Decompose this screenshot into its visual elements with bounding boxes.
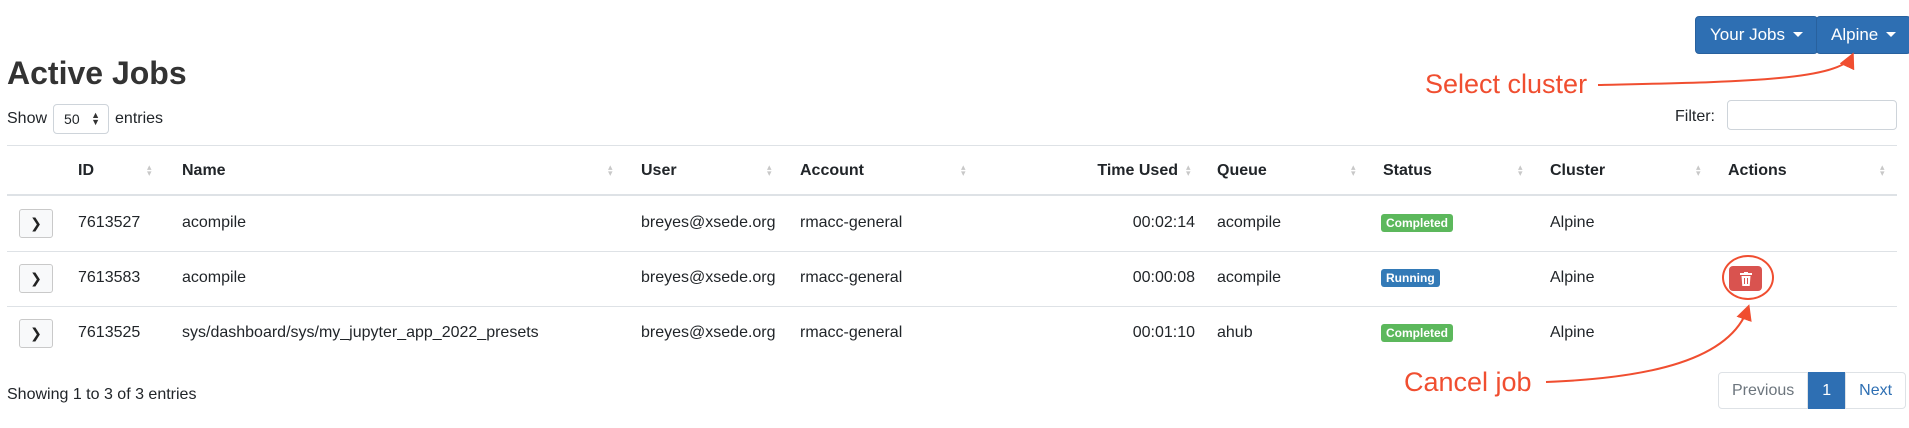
select-cluster-arrow <box>1597 52 1855 86</box>
cancel-job-arrow <box>1545 304 1752 383</box>
annotation-arrows <box>1545 52 1855 383</box>
